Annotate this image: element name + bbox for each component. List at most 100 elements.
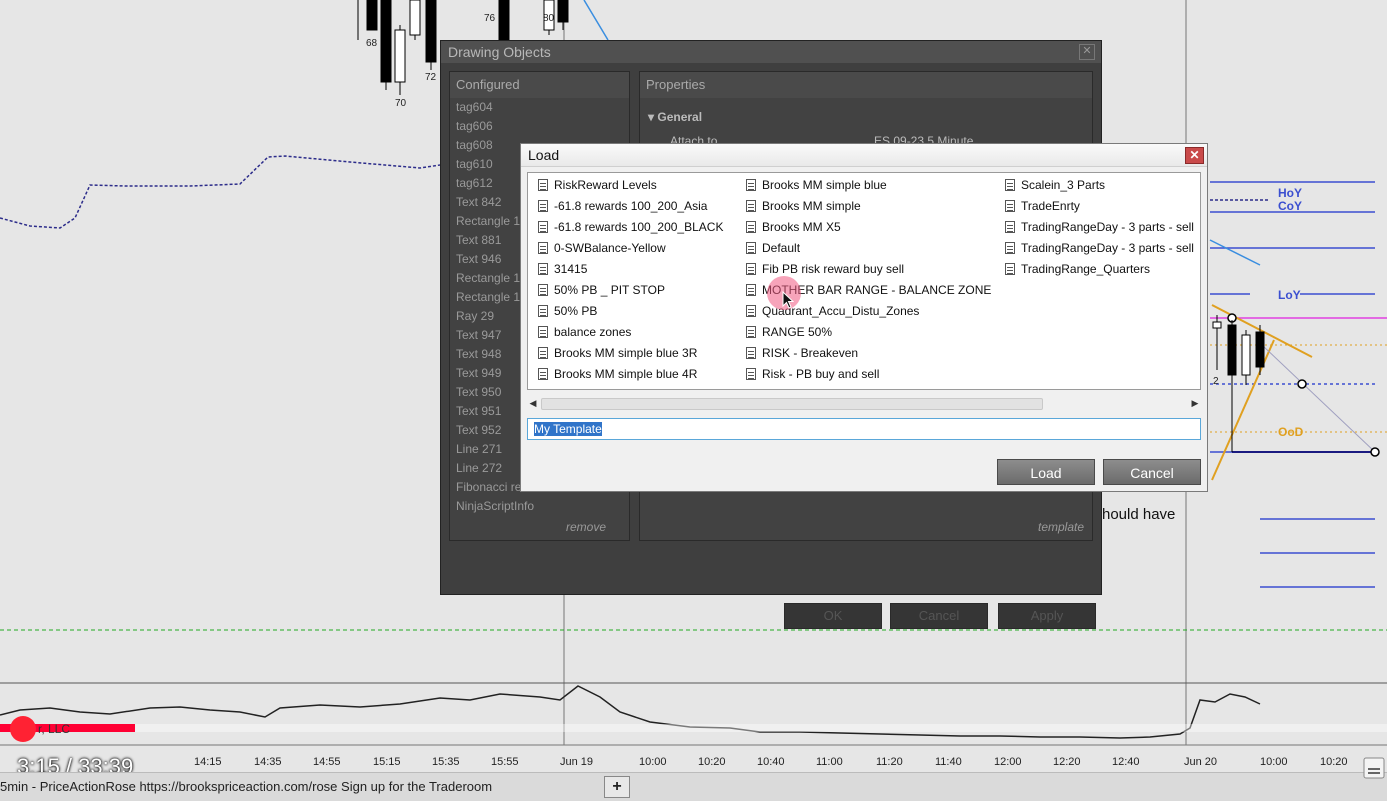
overlay-text: hould have <box>1102 506 1176 523</box>
template-file-label: Brooks MM simple blue 4R <box>554 367 698 381</box>
template-file-item[interactable]: TradingRange_Quarters <box>995 259 1194 280</box>
scrollbar-thumb[interactable] <box>541 398 1043 410</box>
template-file-item[interactable]: -61.8 rewards 100_200_Asia <box>528 196 723 217</box>
template-file-item[interactable]: TradingRangeDay - 3 parts - sell <box>995 238 1194 259</box>
drawing-objects-titlebar[interactable]: Drawing Objects ✕ <box>441 41 1101 63</box>
template-file-item[interactable]: Brooks MM simple blue 4R <box>528 364 723 385</box>
template-file-item[interactable]: Scalein_3 Parts <box>995 175 1194 196</box>
template-file-label: 50% PB <box>554 304 598 318</box>
document-icon <box>538 242 548 254</box>
template-file-label: TradeEnrty <box>1021 199 1080 213</box>
template-file-item[interactable]: balance zones <box>528 322 723 343</box>
template-file-item[interactable]: RISK - Breakeven <box>736 343 991 364</box>
video-progress-bar[interactable] <box>0 716 1387 742</box>
document-icon <box>538 221 548 233</box>
template-file-item[interactable]: 50% PB <box>528 301 723 322</box>
template-file-label: Brooks MM simple <box>762 199 861 213</box>
file-column: RiskReward Levels -61.8 rewards 100_200_A… <box>528 175 723 385</box>
document-icon <box>746 347 756 359</box>
template-file-item[interactable]: Brooks MM simple <box>736 196 991 217</box>
template-file-item[interactable]: 0-SWBalance-Yellow <box>528 238 723 259</box>
template-file-label: -61.8 rewards 100_200_Asia <box>554 199 708 213</box>
horizontal-scrollbar[interactable]: ◀ ▶ <box>527 395 1201 411</box>
remove-link[interactable]: remove <box>566 520 606 534</box>
time-tick: 15:15 <box>373 756 401 768</box>
template-file-label: Scalein_3 Parts <box>1021 178 1106 192</box>
time-tick: Jun 19 <box>560 756 594 768</box>
template-file-item[interactable]: Brooks MM simple blue <box>736 175 991 196</box>
template-name-input[interactable]: My Template <box>527 418 1201 440</box>
template-file-label: TradingRangeDay - 3 parts - sell <box>1021 220 1194 234</box>
template-file-item[interactable]: Default <box>736 238 991 259</box>
copyright-text: r, LLC <box>38 722 71 736</box>
bar-label: 72 <box>425 72 437 83</box>
document-icon <box>538 179 548 191</box>
document-icon <box>746 221 756 233</box>
chart-tab[interactable]: 5min - PriceActionRose https://brookspri… <box>0 779 492 794</box>
apply-button[interactable]: Apply <box>998 603 1096 629</box>
loy-label: LoY <box>1278 288 1301 302</box>
template-file-item[interactable]: TradeEnrty <box>995 196 1194 217</box>
template-name-value: My Template <box>534 422 602 436</box>
template-file-item[interactable]: Fib PB risk reward buy sell <box>736 259 991 280</box>
template-file-label: balance zones <box>554 325 632 339</box>
ood-label: OoD <box>1278 425 1304 439</box>
template-file-label: TradingRangeDay - 3 parts - sell <box>1021 241 1194 255</box>
document-icon <box>538 284 548 296</box>
document-icon <box>746 179 756 191</box>
template-file-label: 31415 <box>554 262 588 276</box>
document-icon <box>538 305 548 317</box>
coy-label: CoY <box>1278 199 1302 213</box>
template-file-item[interactable]: TradingRangeDay - 3 parts - sell <box>995 217 1194 238</box>
template-file-item[interactable]: RANGE 50% <box>736 322 991 343</box>
file-column: Scalein_3 Parts TradeEnrty TradingRangeDay… <box>995 175 1194 280</box>
bar-label: 80 <box>543 13 555 24</box>
template-file-item[interactable]: 50% PB _ PIT STOP <box>528 280 723 301</box>
cancel-button[interactable]: Cancel <box>1103 459 1201 485</box>
template-file-item[interactable]: RiskReward Levels <box>528 175 723 196</box>
video-scrubber-handle[interactable] <box>10 716 36 742</box>
load-titlebar[interactable]: Load ✕ <box>521 144 1207 167</box>
document-icon <box>538 347 548 359</box>
template-file-item[interactable]: Risk - PB buy and sell <box>736 364 991 385</box>
general-label: General <box>657 110 703 124</box>
time-tick: 14:55 <box>313 756 341 768</box>
template-file-item[interactable]: 31415 <box>528 259 723 280</box>
template-file-label: Brooks MM simple blue 3R <box>554 346 698 360</box>
close-icon[interactable]: ✕ <box>1185 147 1204 164</box>
configured-item[interactable]: tag606 <box>456 117 629 136</box>
time-tick: 10:20 <box>1320 756 1348 768</box>
configured-item[interactable]: tag604 <box>456 98 629 117</box>
add-tab-button[interactable]: + <box>604 776 630 798</box>
template-file-label: Fib PB risk reward buy sell <box>762 262 905 276</box>
mouse-cursor-icon <box>782 291 794 309</box>
cancel-button[interactable]: Cancel <box>890 603 988 629</box>
template-file-item[interactable]: Brooks MM X5 <box>736 217 991 238</box>
time-tick: 12:00 <box>994 756 1022 768</box>
bar-label: 70 <box>395 98 407 109</box>
configured-item[interactable]: NinjaScriptInfo <box>456 497 629 516</box>
template-link[interactable]: template <box>1038 520 1084 534</box>
template-file-item[interactable]: -61.8 rewards 100_200_BLACK <box>528 217 723 238</box>
chart-trader-icon[interactable] <box>1363 757 1385 779</box>
document-icon <box>538 326 548 338</box>
properties-header: Properties <box>640 72 1092 98</box>
document-icon <box>746 368 756 380</box>
load-button[interactable]: Load <box>997 459 1095 485</box>
ok-button[interactable]: OK <box>784 603 882 629</box>
template-file-label: TradingRange_Quarters <box>1021 262 1150 276</box>
time-tick: 10:00 <box>1260 756 1288 768</box>
time-tick: 14:35 <box>254 756 282 768</box>
general-section[interactable]: ▾ General <box>648 110 702 124</box>
template-file-item[interactable]: Brooks MM simple blue 3R <box>528 343 723 364</box>
scroll-right-icon[interactable]: ▶ <box>1189 395 1201 411</box>
close-icon[interactable]: ✕ <box>1079 44 1095 60</box>
bar-label: 68 <box>366 38 378 49</box>
document-icon <box>538 368 548 380</box>
scroll-left-icon[interactable]: ◀ <box>527 395 539 411</box>
template-file-label: 50% PB _ PIT STOP <box>554 283 665 297</box>
template-file-label: Brooks MM X5 <box>762 220 841 234</box>
document-icon <box>746 326 756 338</box>
configured-header: Configured <box>450 72 629 98</box>
document-icon <box>746 200 756 212</box>
